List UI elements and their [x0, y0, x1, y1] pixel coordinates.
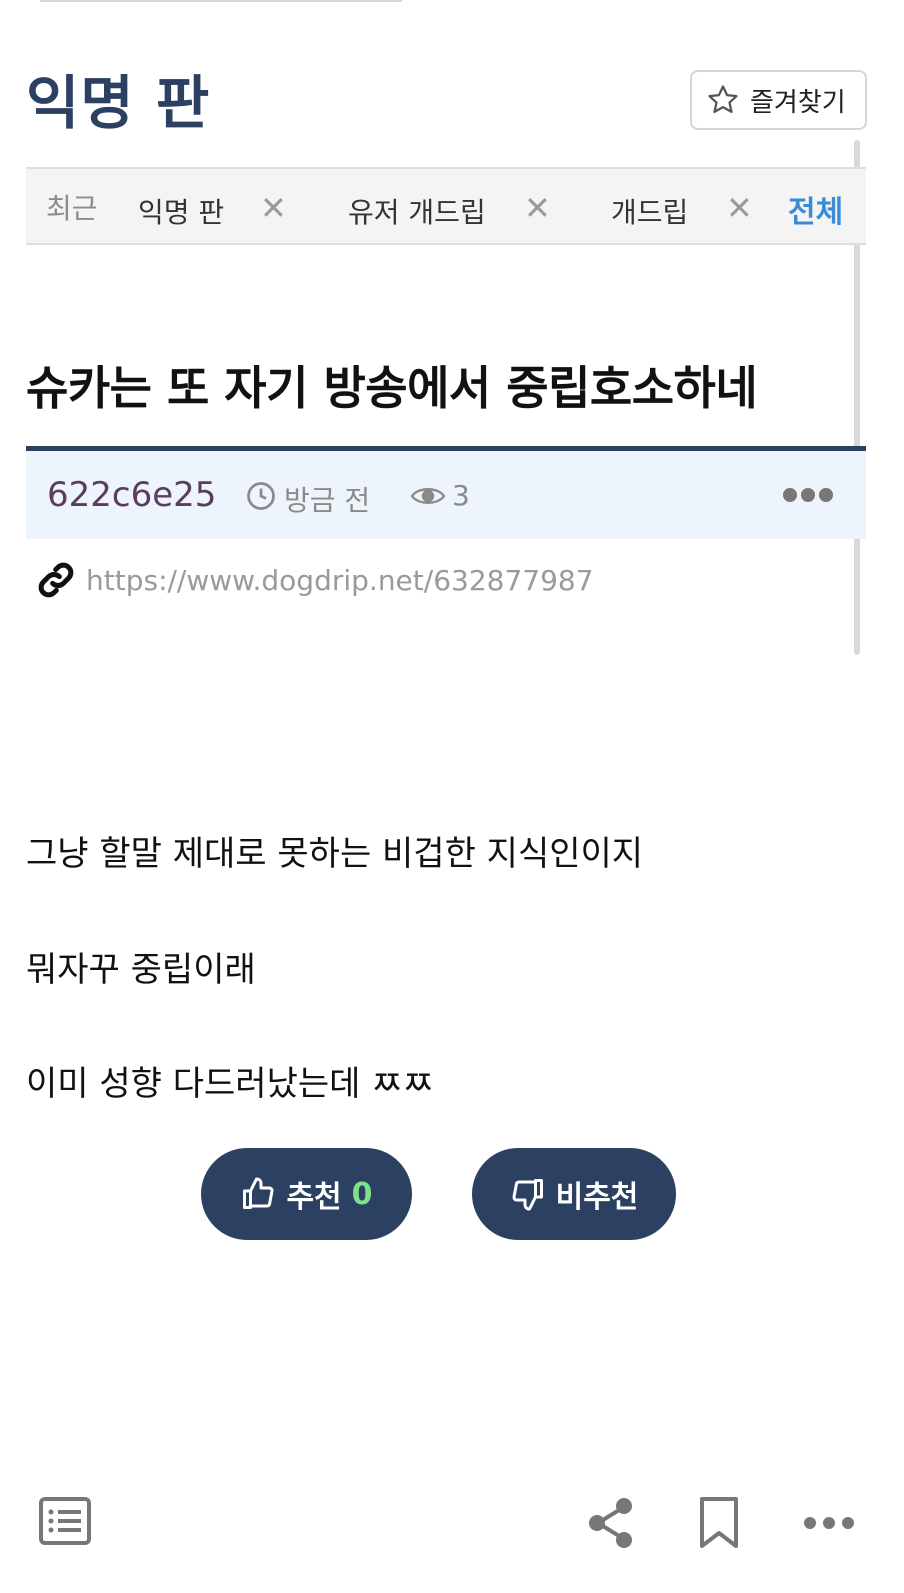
recent-item-dogdrip[interactable]: 개드립: [611, 191, 688, 231]
link-icon: [38, 562, 74, 598]
favorite-label: 즐겨찾기: [750, 87, 846, 118]
recent-boards-bar: 최근 익명 판 ✕ 유저 개드립 ✕ 개드립 ✕ 전체: [26, 167, 866, 245]
recent-item-anonymous[interactable]: 익명 판: [138, 191, 224, 231]
upvote-button[interactable]: 추천 0: [201, 1148, 412, 1240]
author-name[interactable]: 622c6e25: [47, 475, 216, 515]
close-icon[interactable]: ✕: [260, 189, 287, 227]
post-url[interactable]: https://www.dogdrip.net/632877987: [86, 564, 594, 597]
view-count: 3: [452, 479, 470, 512]
body-line: 이미 성향 다드러났는데 ㅉㅉ: [26, 1064, 434, 1104]
post-meta: 622c6e25 방금 전 3: [26, 451, 866, 539]
recent-all-link[interactable]: 전체: [788, 187, 843, 231]
recent-label: 최근: [46, 192, 98, 225]
more-options-icon[interactable]: [782, 485, 834, 505]
more-menu-icon[interactable]: [802, 1496, 856, 1550]
close-icon[interactable]: ✕: [726, 189, 753, 227]
top-divider: [40, 0, 402, 2]
close-icon[interactable]: ✕: [524, 189, 551, 227]
bookmark-icon[interactable]: [698, 1496, 740, 1550]
favorite-button[interactable]: 즐겨찾기: [690, 70, 867, 130]
body-line: 뭐자꾸 중립이래: [26, 950, 256, 990]
eye-icon: [410, 488, 446, 504]
list-icon[interactable]: [38, 1496, 92, 1546]
downvote-label: 비추천: [555, 1180, 639, 1215]
post-title: 슈카는 또 자기 방송에서 중립호소하네: [26, 361, 758, 415]
thumbs-down-icon: [512, 1179, 543, 1211]
body-line: 그냥 할말 제대로 못하는 비겁한 지식인이지: [26, 834, 644, 874]
thumbs-up-icon: [243, 1177, 274, 1209]
board-title[interactable]: 익명 판: [26, 56, 210, 140]
post-link[interactable]: https://www.dogdrip.net/632877987: [36, 560, 594, 600]
share-icon[interactable]: [586, 1496, 636, 1550]
upvote-count: 0: [351, 1176, 373, 1212]
upvote-label: 추천: [286, 1180, 342, 1215]
post-time: 방금 전: [284, 484, 371, 517]
star-icon: [708, 85, 738, 114]
clock-icon: [247, 482, 275, 510]
downvote-button[interactable]: 비추천: [472, 1148, 676, 1240]
recent-item-user-dogdrip[interactable]: 유저 개드립: [348, 191, 486, 231]
